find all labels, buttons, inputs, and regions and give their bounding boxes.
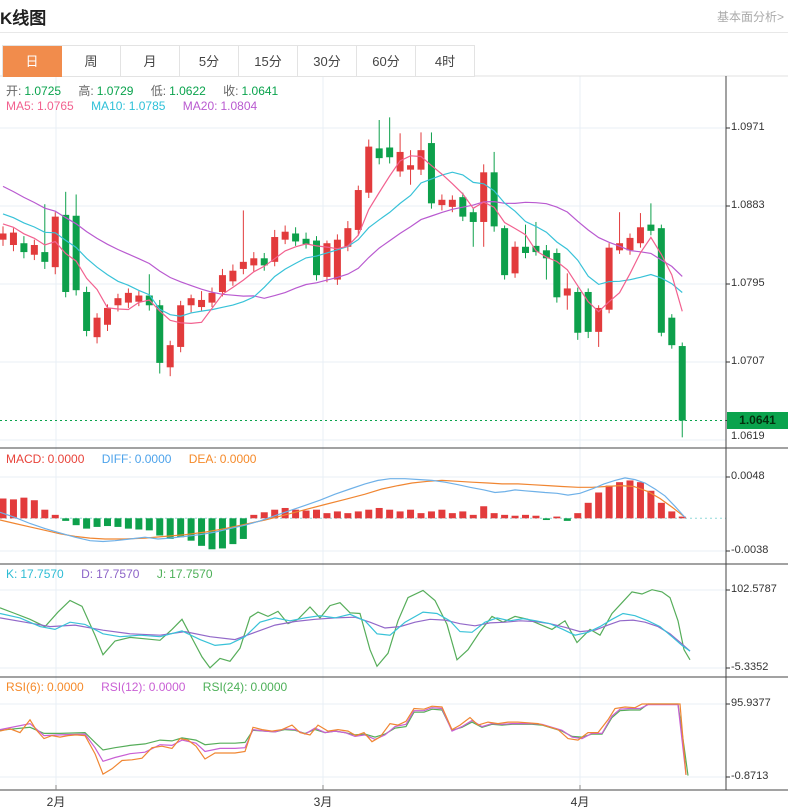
low-label: 低:: [151, 84, 166, 98]
x-axis-label-mar: 3月: [308, 793, 338, 810]
tab-month[interactable]: 月: [121, 46, 180, 77]
tab-30min[interactable]: 30分: [298, 46, 357, 77]
high-value: 1.0729: [97, 84, 134, 98]
tab-5min[interactable]: 5分: [180, 46, 239, 77]
ma20-label: MA20:: [183, 99, 218, 113]
kdj-axis-tick-1: 102.5787: [731, 583, 777, 595]
main-axis-tick-4: 1.0707: [731, 355, 765, 367]
close-label: 收:: [223, 84, 238, 98]
tab-15min[interactable]: 15分: [239, 46, 298, 77]
diff-value: 0.0000: [135, 452, 172, 466]
k-label: K:: [6, 567, 17, 581]
rsi6-label: RSI(6):: [6, 680, 44, 694]
dea-label: DEA:: [189, 452, 217, 466]
macd-value: 0.0000: [48, 452, 85, 466]
tab-day[interactable]: 日: [3, 46, 62, 77]
rsi-legend: RSI(6):0.0000 RSI(12):0.0000 RSI(24):0.0…: [6, 680, 290, 694]
low-value: 1.0622: [169, 84, 206, 98]
tab-week[interactable]: 周: [62, 46, 121, 77]
k-value: 17.7570: [20, 567, 63, 581]
ma5-label: MA5:: [6, 99, 34, 113]
tab-4hour[interactable]: 4时: [416, 46, 475, 77]
ohlc-legend: 开:1.0725 高: 1.0729 低:1.0622 收: 1.0641: [6, 82, 281, 99]
diff-label: DIFF:: [102, 452, 132, 466]
high-label: 高:: [78, 84, 93, 98]
rsi12-label: RSI(12):: [101, 680, 146, 694]
d-value: 17.7570: [96, 567, 139, 581]
x-axis-label-feb: 2月: [41, 793, 71, 810]
main-axis-tick-2: 1.0883: [731, 199, 765, 211]
kdj-axis-tick-2: -5.3352: [731, 661, 768, 673]
ma5-value: 1.0765: [37, 99, 74, 113]
rsi24-value: 0.0000: [250, 680, 287, 694]
ma-legend: MA5:1.0765 MA10:1.0785 MA20:1.0804: [6, 99, 260, 113]
rsi6-value: 0.0000: [47, 680, 84, 694]
rsi12-value: 0.0000: [149, 680, 186, 694]
current-price-badge: 1.0641: [727, 412, 788, 429]
open-label: 开:: [6, 84, 21, 98]
rsi-axis-tick-2: -0.8713: [731, 770, 768, 782]
ma10-label: MA10:: [91, 99, 126, 113]
j-label: J:: [157, 567, 166, 581]
ma20-value: 1.0804: [220, 99, 257, 113]
main-axis-tick-1: 1.0971: [731, 121, 765, 133]
ma10-value: 1.0785: [129, 99, 166, 113]
open-value: 1.0725: [24, 84, 61, 98]
tab-60min[interactable]: 60分: [357, 46, 416, 77]
rsi-axis-tick-1: 95.9377: [731, 697, 771, 709]
rsi24-label: RSI(24):: [203, 680, 248, 694]
main-axis-floor: 1.0619: [731, 430, 765, 442]
close-value: 1.0641: [242, 84, 279, 98]
kdj-legend: K:17.7570 D:17.7570 J:17.7570: [6, 567, 216, 581]
fundamental-analysis-link[interactable]: 基本面分析>: [717, 8, 784, 25]
header-divider: [0, 32, 788, 33]
kline-page: K线图 基本面分析> 日 周 月 5分 15分 30分 60分 4时 开:1.0…: [0, 0, 788, 811]
page-title: K线图: [0, 4, 46, 29]
macd-axis-tick-1: 0.0048: [731, 470, 765, 482]
j-value: 17.7570: [169, 567, 212, 581]
macd-legend: MACD:0.0000 DIFF:0.0000 DEA:0.0000: [6, 452, 259, 466]
interval-tabbar: 日 周 月 5分 15分 30分 60分 4时: [2, 45, 475, 77]
x-axis-label-apr: 4月: [565, 793, 595, 810]
main-axis-tick-3: 1.0795: [731, 277, 765, 289]
d-label: D:: [81, 567, 93, 581]
dea-value: 0.0000: [220, 452, 257, 466]
macd-axis-tick-2: -0.0038: [731, 544, 768, 556]
macd-label: MACD:: [6, 452, 45, 466]
